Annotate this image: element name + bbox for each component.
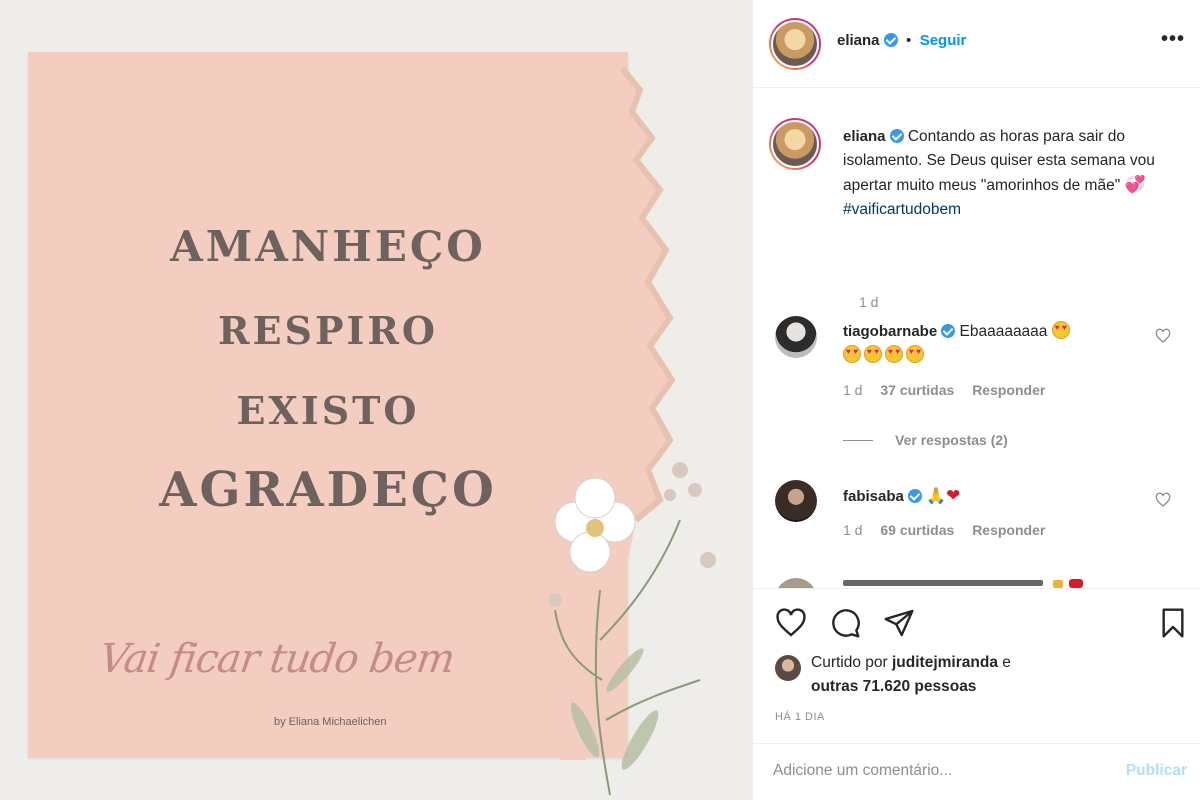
heart-eyes-emoji-icon — [906, 345, 924, 363]
header-user: eliana • Seguir — [837, 32, 966, 50]
heart-eyes-emoji-icon — [843, 345, 861, 363]
reply-button[interactable]: Responder — [972, 522, 1045, 538]
comment-meta: 1 d 37 curtidas Responder — [843, 382, 1059, 398]
caption-avatar[interactable] — [769, 118, 821, 170]
comment-likes[interactable]: 37 curtidas — [880, 382, 954, 398]
image-line-1: AMANHEÇO — [170, 222, 486, 271]
header-username[interactable]: eliana — [837, 32, 880, 49]
comment-text: Ebaaaaaaaa — [959, 323, 1048, 340]
commenter-avatar[interactable] — [775, 316, 817, 358]
comment-time[interactable]: 1 d — [843, 382, 862, 398]
hearts-emoji-icon: 💞 — [1124, 175, 1146, 194]
verified-badge-icon — [889, 129, 904, 143]
commenter-avatar[interactable] — [775, 480, 817, 522]
like-heart-icon[interactable] — [775, 607, 807, 639]
liked-by-prefix: Curtido por — [811, 654, 888, 671]
verified-badge-icon — [883, 33, 898, 47]
header-separator: • — [905, 32, 912, 49]
add-comment-bar: Publicar — [753, 743, 1200, 800]
liked-by-others[interactable]: outras 71.620 pessoas — [811, 678, 976, 695]
publish-button[interactable]: Publicar — [1126, 762, 1187, 780]
image-byline: by Eliana Michaelichen — [274, 716, 387, 728]
comment-bubble-icon[interactable] — [829, 607, 861, 639]
heart-eyes-emoji-icon — [1051, 321, 1070, 339]
comment-body: tiagobarnabe Ebaaaaaaaa — [843, 320, 1143, 368]
comment-body: fabisaba 🙏❤ — [843, 484, 1143, 509]
image-line-3: EXISTO — [236, 388, 420, 433]
view-replies-label[interactable]: Ver respostas (2) — [895, 432, 1008, 448]
caption-text-block: eliana Contando as horas para sair do is… — [843, 125, 1183, 222]
view-replies[interactable]: Ver respostas (2) — [843, 432, 1008, 448]
post-header: eliana • Seguir ••• — [753, 0, 1200, 88]
heart-eyes-emoji-icon — [864, 345, 882, 363]
verified-badge-icon — [907, 489, 922, 503]
save-bookmark-icon[interactable] — [1157, 607, 1189, 639]
follow-button[interactable]: Seguir — [920, 32, 967, 49]
share-paper-plane-icon[interactable] — [883, 607, 915, 639]
praying-hands-emoji-icon: 🙏 — [926, 488, 947, 505]
post-image[interactable]: AMANHEÇO RESPIRO EXISTO AGRADEÇO Vai fic… — [0, 0, 752, 800]
red-heart-emoji-icon: ❤ — [946, 486, 961, 505]
posted-ago[interactable]: HÁ 1 DIA — [775, 711, 825, 723]
comment-username[interactable]: tiagobarnabe — [843, 323, 937, 340]
liked-by-conjunction: e — [1002, 654, 1011, 671]
comment-likes[interactable]: 69 curtidas — [880, 522, 954, 538]
liked-by-user[interactable]: juditejmiranda — [892, 654, 998, 671]
clipped-comment-row — [769, 578, 1189, 588]
comment-input[interactable] — [773, 762, 1103, 780]
caption-time[interactable]: 1 d — [859, 294, 878, 310]
caption-hashtag[interactable]: #vaificartudobem — [843, 201, 961, 218]
author-avatar[interactable] — [769, 18, 821, 70]
image-line-2: RESPIRO — [217, 308, 439, 353]
caption-username[interactable]: eliana — [843, 128, 886, 145]
like-comment-heart-icon[interactable] — [1155, 492, 1171, 508]
flower-illustration — [548, 462, 716, 796]
post-actions: Curtido por juditejmiranda e outras 71.6… — [753, 588, 1200, 743]
reply-button[interactable]: Responder — [972, 382, 1045, 398]
comments-section[interactable]: eliana Contando as horas para sair do is… — [753, 88, 1200, 588]
more-options-icon[interactable]: ••• — [1161, 29, 1185, 49]
comment-time[interactable]: 1 d — [843, 522, 862, 538]
like-comment-heart-icon[interactable] — [1155, 328, 1171, 344]
comment-meta: 1 d 69 curtidas Responder — [843, 522, 1059, 538]
heart-eyes-emoji-icon — [885, 345, 903, 363]
liked-by-avatar[interactable] — [775, 655, 801, 681]
verified-badge-icon — [941, 324, 956, 338]
post-sidebar: eliana • Seguir ••• eliana Contando as h… — [752, 0, 1200, 800]
comment-username[interactable]: fabisaba — [843, 488, 904, 505]
replies-divider — [843, 440, 873, 441]
script-title: Vai ficar tudo bem — [96, 636, 457, 682]
liked-by-text: Curtido por juditejmiranda e outras 71.6… — [811, 651, 1131, 699]
